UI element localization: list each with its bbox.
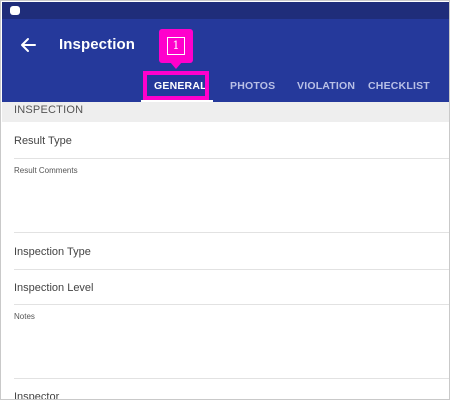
divider [14, 378, 449, 379]
notification-icon [10, 6, 20, 15]
divider [14, 304, 449, 305]
annotation-marker-label: 1 [167, 37, 185, 55]
inspector-field[interactable]: Inspector [14, 391, 59, 399]
notes-field[interactable]: Notes [14, 312, 35, 321]
app-bar: Inspection GENERAL PHOTOS VIOLATION CHEC… [2, 19, 449, 102]
app-window: Inspection GENERAL PHOTOS VIOLATION CHEC… [0, 0, 450, 400]
page-title: Inspection [59, 36, 136, 53]
section-title: INSPECTION [14, 104, 84, 116]
section-header: INSPECTION [2, 102, 449, 122]
annotation-marker: 1 [159, 29, 193, 63]
tab-bar: GENERAL PHOTOS VIOLATION CHECKLIST [2, 71, 449, 102]
divider [14, 158, 449, 159]
tab-violation[interactable]: VIOLATION [297, 80, 355, 92]
form-content[interactable]: INSPECTION Result Type Result Comments I… [2, 102, 449, 399]
result-type-field[interactable]: Result Type [14, 135, 72, 147]
inspection-type-field[interactable]: Inspection Type [14, 246, 91, 258]
divider [14, 232, 449, 233]
divider [14, 269, 449, 270]
inspection-level-field[interactable]: Inspection Level [14, 282, 94, 294]
result-comments-field[interactable]: Result Comments [14, 166, 78, 175]
status-bar [2, 2, 449, 19]
back-arrow-icon[interactable] [18, 35, 38, 55]
highlight-box [143, 71, 209, 100]
annotation-marker-pointer [170, 62, 182, 69]
tab-photos[interactable]: PHOTOS [230, 80, 275, 92]
tab-checklist[interactable]: CHECKLIST [368, 80, 430, 92]
